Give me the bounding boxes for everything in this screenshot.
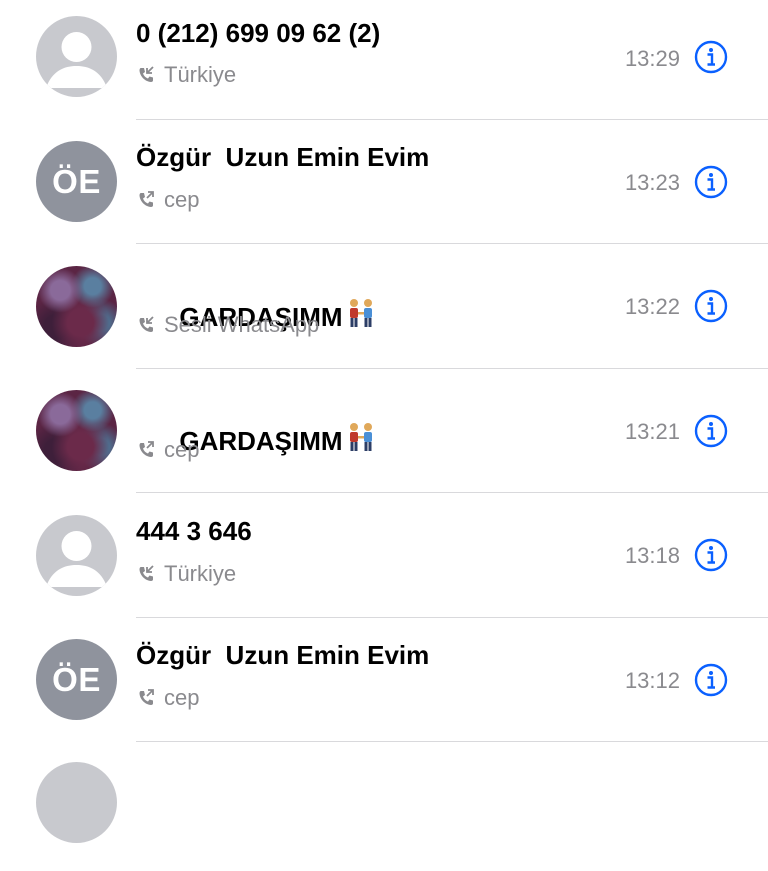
avatar: ÖE <box>36 141 117 222</box>
call-subtitle: Türkiye <box>136 62 236 88</box>
call-type-label: Sesli WhatsApp <box>164 312 320 337</box>
two-men-holding-hands-emoji <box>349 423 372 451</box>
incoming-call-icon <box>139 565 154 581</box>
incoming-call-icon <box>139 66 154 82</box>
call-time: 13:21 <box>624 419 680 444</box>
call-time: 13:18 <box>624 543 680 568</box>
row-divider <box>136 741 768 742</box>
avatar <box>36 266 117 347</box>
call-subtitle: cep <box>136 685 199 711</box>
call-row[interactable]: ÖE Özgür Uzun Emin Evim cep 13:23 <box>0 124 768 249</box>
info-icon[interactable] <box>694 40 728 74</box>
call-type-label: cep <box>164 187 200 212</box>
contact-name: Özgür Uzun Emin Evim <box>136 640 430 670</box>
call-row[interactable]: ÖE Özgür Uzun Emin Evim cep 13:12 <box>0 622 768 747</box>
call-subtitle: Türkiye <box>136 561 236 587</box>
row-divider <box>136 368 768 369</box>
row-divider <box>136 243 768 244</box>
call-type-label: cep <box>164 437 200 462</box>
call-subtitle: Sesli WhatsApp <box>136 312 319 338</box>
row-divider <box>136 617 768 618</box>
call-row[interactable]: 444 3 646 Türkiye 13:18 <box>0 498 768 623</box>
outgoing-call-icon <box>139 191 154 207</box>
call-row[interactable]: GARDAŞIMM Sesli WhatsApp 13:22 <box>0 249 768 374</box>
incoming-call-icon <box>139 316 154 332</box>
call-type-label: Türkiye <box>164 62 237 87</box>
person-icon <box>46 32 107 88</box>
outgoing-call-icon <box>139 689 154 705</box>
info-icon[interactable] <box>694 289 728 323</box>
call-row-partial[interactable] <box>0 746 768 871</box>
info-icon[interactable] <box>694 538 728 572</box>
avatar: ÖE <box>36 639 117 720</box>
call-type-label: cep <box>164 685 200 710</box>
contact-name: 444 3 646 <box>136 516 252 546</box>
two-men-holding-hands-emoji <box>349 299 372 327</box>
row-divider <box>136 492 768 493</box>
person-icon <box>46 531 107 587</box>
avatar <box>36 390 117 471</box>
call-row[interactable]: GARDAŞIMM cep 13:21 <box>0 373 768 498</box>
avatar-initials: ÖE <box>52 162 101 200</box>
call-time: 13:12 <box>624 668 680 693</box>
avatar <box>36 515 117 596</box>
info-icon[interactable] <box>694 414 728 448</box>
contact-name: 0 (212) 699 09 62 (2) <box>136 18 381 48</box>
avatar <box>36 762 117 843</box>
call-row[interactable]: 0 (212) 699 09 62 (2) Türkiye 13:29 <box>0 0 768 125</box>
call-subtitle: cep <box>136 187 199 213</box>
row-divider <box>136 119 768 120</box>
avatar-initials: ÖE <box>52 660 101 698</box>
call-time: 13:23 <box>624 170 680 195</box>
avatar <box>36 16 117 97</box>
contact-name-text: GARDAŞIMM <box>179 426 343 456</box>
info-icon[interactable] <box>694 663 728 697</box>
call-subtitle: cep <box>136 437 199 463</box>
call-type-label: Türkiye <box>164 561 237 586</box>
outgoing-call-icon <box>139 441 154 457</box>
info-icon[interactable] <box>694 165 728 199</box>
call-time: 13:22 <box>624 294 680 319</box>
call-time: 13:29 <box>624 46 680 71</box>
contact-name: Özgür Uzun Emin Evim <box>136 142 430 172</box>
